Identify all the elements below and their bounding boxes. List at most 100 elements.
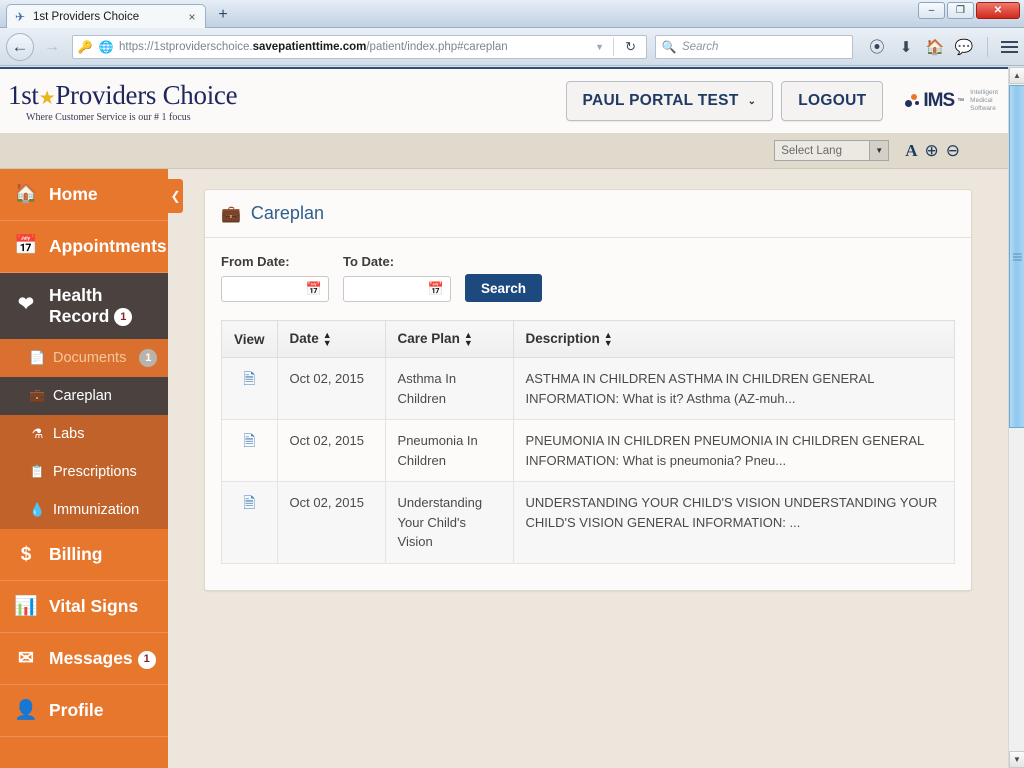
- document-icon[interactable]: 🗎: [243, 493, 255, 516]
- sidebar-item-profile[interactable]: 👤 Profile: [0, 685, 168, 738]
- sidebar-item-label: Profile: [49, 700, 104, 721]
- browser-window: ✈ 1st Providers Choice × + – ❐ ✕ ← → 🔑 🌐…: [0, 0, 1024, 768]
- pocket-icon[interactable]: ⦿: [867, 37, 887, 57]
- file-icon: 📄: [29, 350, 46, 366]
- table-row[interactable]: 🗎 Oct 02, 2015 Understanding Your Child'…: [221, 481, 956, 564]
- column-label: View: [234, 331, 265, 347]
- table-row[interactable]: 🗎 Oct 02, 2015 Asthma In Children ASTHMA…: [221, 357, 956, 421]
- user-menu-button[interactable]: PAUL PORTAL TEST ⌄: [565, 81, 774, 121]
- sidebar-item-label: Billing: [49, 544, 103, 565]
- panel-header: 💼 Careplan: [205, 190, 971, 238]
- search-icon: 🔍: [661, 39, 677, 54]
- sort-icon[interactable]: ▲ ▼: [464, 331, 473, 348]
- cell-description: PNEUMONIA IN CHILDREN PNEUMONIA IN CHILD…: [513, 419, 956, 483]
- table-row[interactable]: 🗎 Oct 02, 2015 Pneumonia In Children PNE…: [221, 419, 956, 483]
- scroll-up-button[interactable]: ▲: [1009, 67, 1024, 84]
- reload-icon[interactable]: ↻: [619, 39, 642, 55]
- header-actions: PAUL PORTAL TEST ⌄ LOGOUT IMS ™ Intellig…: [565, 81, 998, 121]
- to-date-label: To Date:: [343, 254, 395, 269]
- sidebar-item-label: Health Record 1: [49, 285, 158, 327]
- scrollbar-thumb[interactable]: [1009, 85, 1024, 428]
- browser-tab[interactable]: ✈ 1st Providers Choice ×: [6, 4, 206, 28]
- cell-care-plan: Asthma In Children: [385, 357, 514, 421]
- column-label: Date: [289, 331, 319, 346]
- globe-icon: 🌐: [98, 39, 114, 54]
- sidebar-item-vital-signs[interactable]: 📊 Vital Signs: [0, 581, 168, 634]
- home-icon: 🏠: [14, 183, 38, 205]
- sidebar-item-prescriptions[interactable]: 📋 Prescriptions: [0, 453, 168, 491]
- column-header-care-plan[interactable]: Care Plan ▲ ▼: [385, 319, 514, 359]
- sidebar-item-label: Vital Signs: [49, 596, 139, 617]
- close-window-button[interactable]: ✕: [976, 2, 1020, 19]
- divider: [613, 37, 615, 56]
- site-logo[interactable]: 1st★Providers Choice Where Customer Serv…: [8, 79, 238, 123]
- logo-wordmark: 1st★Providers Choice: [8, 79, 238, 110]
- column-header-description[interactable]: Description ▲ ▼: [513, 319, 956, 359]
- sort-icon[interactable]: ▲ ▼: [323, 331, 332, 348]
- logout-label: LOGOUT: [798, 92, 867, 109]
- logo-tagline: Where Customer Service is our # 1 focus: [26, 111, 191, 123]
- messages-text: Messages: [49, 648, 133, 669]
- new-tab-button[interactable]: +: [210, 4, 236, 26]
- sidebar-item-billing[interactable]: $ Billing: [0, 529, 168, 582]
- browser-search-box[interactable]: 🔍 Search: [655, 34, 853, 59]
- sidebar-item-messages[interactable]: ✉ Messages 1: [0, 633, 168, 686]
- from-date-input[interactable]: 📅: [221, 276, 329, 302]
- flask-icon: ⚗: [31, 426, 44, 442]
- logout-button[interactable]: LOGOUT: [781, 81, 884, 121]
- sidebar-item-label: Home: [49, 184, 98, 205]
- url-text: https://1stproviderschoice.savepatientti…: [119, 41, 586, 53]
- panel-body: From Date: 📅 To Date: 📅 Search View Date…: [205, 238, 971, 590]
- search-filters: From Date: 📅 To Date: 📅 Search: [221, 254, 955, 302]
- document-icon[interactable]: 🗎: [243, 431, 255, 454]
- sidebar-collapse-button[interactable]: ❮: [168, 179, 183, 213]
- sidebar-item-immunization[interactable]: 💧 Immunization: [0, 491, 168, 529]
- zoom-in-icon[interactable]: ⊕: [925, 141, 939, 161]
- logo-suffix: Providers Choice: [55, 79, 238, 110]
- forward-button[interactable]: →: [38, 33, 66, 61]
- column-header-date[interactable]: Date ▲ ▼: [277, 319, 386, 359]
- sidebar-item-careplan[interactable]: 💼 Careplan: [0, 377, 168, 416]
- calendar-icon[interactable]: 📅: [428, 281, 444, 297]
- address-bar[interactable]: 🔑 🌐 https://1stproviderschoice.savepatie…: [72, 34, 647, 59]
- sidebar-item-home[interactable]: 🏠 Home: [0, 169, 168, 221]
- downloads-icon[interactable]: ⬇: [896, 37, 916, 57]
- calendar-icon[interactable]: 📅: [306, 281, 322, 297]
- page-scrollbar[interactable]: ▲ ▼: [1008, 67, 1024, 768]
- font-size-icon[interactable]: A: [905, 141, 917, 161]
- cell-description: UNDERSTANDING YOUR CHILD'S VISION UNDERS…: [513, 481, 956, 564]
- document-icon[interactable]: 🗎: [243, 369, 255, 392]
- cell-view: 🗎: [221, 357, 278, 421]
- close-tab-icon[interactable]: ×: [185, 10, 199, 24]
- sidebar-item-health-record[interactable]: ❤ Health Record 1: [0, 273, 168, 340]
- sidebar-item-documents[interactable]: 📄 Documents 1: [0, 339, 168, 378]
- sidebar-item-labs[interactable]: ⚗ Labs: [0, 415, 168, 453]
- maximize-button[interactable]: ❐: [947, 2, 974, 19]
- minimize-button[interactable]: –: [918, 2, 945, 19]
- cell-care-plan: Pneumonia In Children: [385, 419, 514, 483]
- from-date-group: From Date: 📅: [221, 254, 329, 302]
- chevron-down-icon[interactable]: ▼: [591, 42, 608, 52]
- browser-navbar: ← → 🔑 🌐 https://1stproviderschoice.savep…: [0, 28, 1024, 66]
- search-button[interactable]: Search: [465, 274, 543, 302]
- chat-icon[interactable]: 💬: [954, 37, 974, 57]
- language-select[interactable]: Select Lang ▼: [774, 140, 890, 161]
- cell-date: Oct 02, 2015: [277, 481, 386, 564]
- sort-icon[interactable]: ▲ ▼: [604, 331, 613, 348]
- to-date-group: To Date: 📅: [343, 254, 451, 302]
- back-button[interactable]: ←: [6, 32, 34, 61]
- sidebar-subitem-label: Labs: [53, 426, 85, 443]
- menu-icon[interactable]: [1001, 40, 1018, 53]
- sidebar-item-appointments[interactable]: 📅 Appointments: [0, 221, 168, 273]
- window-controls: – ❐ ✕: [918, 2, 1020, 19]
- dollar-icon: $: [20, 543, 32, 565]
- to-date-input[interactable]: 📅: [343, 276, 451, 302]
- chevron-down-icon: ⌄: [747, 95, 757, 107]
- browser-search-placeholder: Search: [682, 40, 719, 53]
- ims-dots-icon: [905, 93, 920, 109]
- home-icon[interactable]: 🏠: [925, 37, 945, 57]
- scroll-down-button[interactable]: ▼: [1009, 751, 1024, 768]
- trademark-icon: ™: [957, 97, 965, 105]
- zoom-out-icon[interactable]: ⊖: [946, 141, 960, 161]
- divider: [987, 36, 988, 57]
